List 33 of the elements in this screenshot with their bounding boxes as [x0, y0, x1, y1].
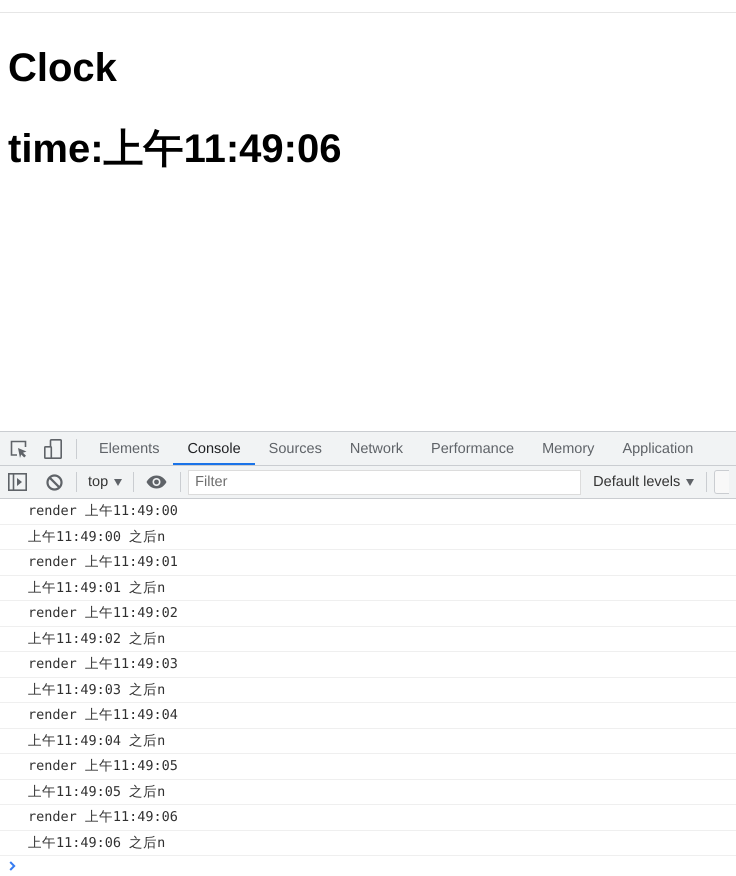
console-message: 上午11:49:06 之后n [0, 830, 736, 856]
inspect-icon[interactable] [10, 440, 28, 458]
page-title: Clock [8, 45, 117, 91]
eye-icon[interactable] [146, 475, 168, 489]
console-message: render 上午11:49:02 [0, 601, 736, 626]
console-message: 上午11:49:05 之后n [0, 780, 736, 805]
console-message: 上午11:49:04 之后n [0, 728, 736, 754]
console-message: 上午11:49:01 之后n [0, 576, 736, 601]
context-dropdown[interactable]: top [88, 474, 122, 490]
devtools-tab[interactable]: Memory [528, 434, 608, 465]
console-message: render 上午11:49:05 [0, 754, 736, 780]
devtools-tab[interactable]: Performance [417, 434, 528, 465]
log-levels-dropdown[interactable]: Default levels [593, 474, 694, 490]
caret-icon [114, 478, 122, 486]
console-message: render 上午11:49:04 [0, 703, 736, 728]
console-message: 上午11:49:02 之后n [0, 626, 736, 652]
filter-field[interactable]: Filter [188, 470, 582, 494]
device-toolbar-icon[interactable] [44, 438, 62, 458]
console-message: 上午11:49:03 之后n [0, 678, 736, 703]
devtools-tab[interactable]: Application [608, 434, 708, 465]
devtools-tab[interactable]: Network [336, 434, 418, 465]
console-message: render 上午11:49:01 [0, 550, 736, 576]
caret-icon [686, 478, 694, 486]
sidebar-toggle-icon[interactable] [8, 473, 27, 491]
console-message: render 上午11:49:06 [0, 805, 736, 830]
devtools-tab[interactable]: Sources [254, 434, 336, 465]
console-message: 上午11:49:00 之后n [0, 524, 736, 550]
clear-console-icon[interactable] [46, 474, 63, 490]
devtools-tab[interactable]: Elements [85, 434, 174, 465]
console-message: render 上午11:49:03 [0, 652, 736, 678]
time-heading: time:上午11:49:06 [8, 126, 342, 172]
console-message: render 上午11:49:00 [0, 499, 736, 524]
prompt-chevron-icon[interactable] [9, 861, 16, 871]
